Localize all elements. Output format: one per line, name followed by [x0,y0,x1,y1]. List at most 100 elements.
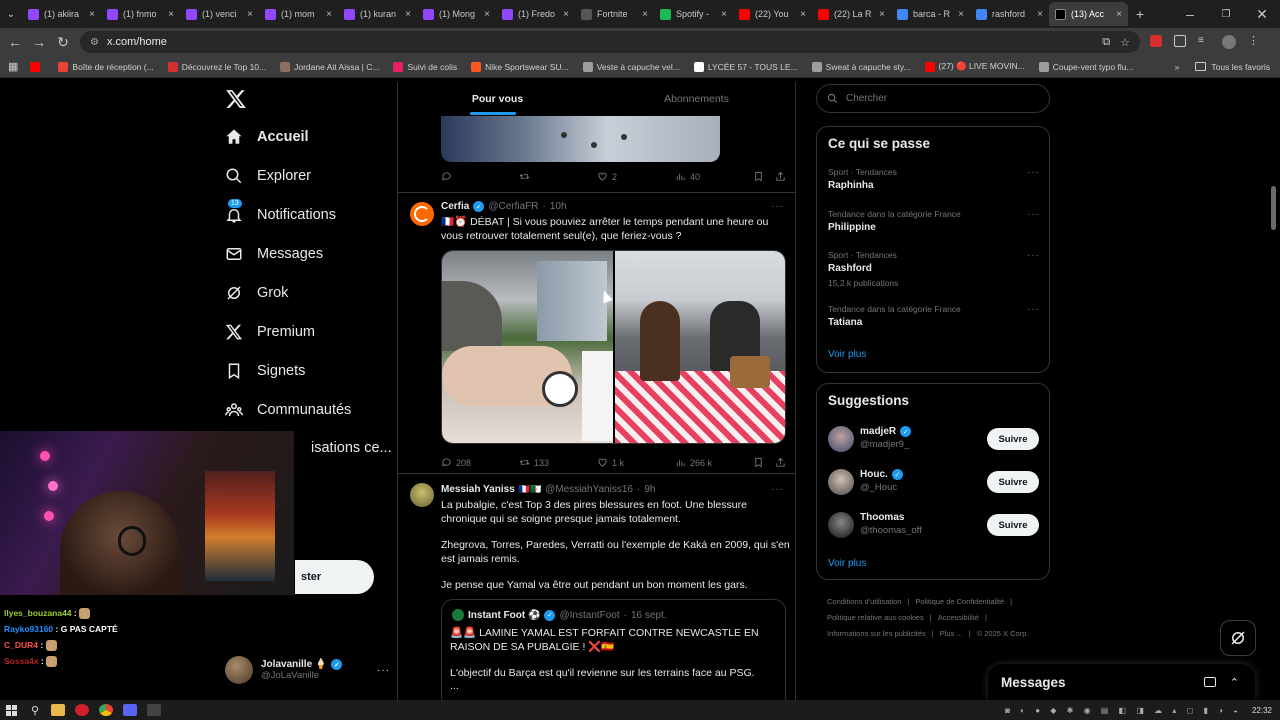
browser-tab[interactable]: Fortnite × [575,2,654,26]
tweet-author[interactable]: Cerfia [441,201,469,212]
back-icon[interactable]: ← [3,30,27,54]
tab-close-icon[interactable]: × [405,9,411,20]
bookmark-item[interactable]: Sweat à capuche sty... [811,61,911,72]
reply-button[interactable] [441,171,519,182]
grok-floating-button[interactable] [1220,620,1256,656]
tweet-cerfia[interactable]: Cerfia ✓ @CerfiaFR · 10h ··· 🇫🇷⏰ DÉBAT |… [398,193,795,473]
views-button[interactable]: 40 [675,171,753,182]
tab-close-icon[interactable]: × [1037,9,1043,20]
install-app-icon[interactable]: ⧉ [1102,36,1110,49]
nav-item-messages[interactable]: Messages [225,245,323,263]
tweet-more-icon[interactable]: ··· [771,484,784,495]
tab-close-icon[interactable]: × [721,9,727,20]
footer-link[interactable]: Politique de Confidentialité [915,597,1004,606]
tweet-messiah-yaniss[interactable]: Messiah Yaniss 🇫🇷🇩🇿 @MessiahYaniss16 · 9… [398,474,795,700]
forward-icon[interactable]: → [27,30,51,54]
tweet-image-picnic[interactable] [615,251,785,443]
trend-item[interactable]: Tendance dans la catégorie France Tatian… [828,304,1040,328]
profile-avatar[interactable] [1222,35,1236,49]
tweet-handle[interactable]: @MessiahYaniss16 [545,484,633,495]
bookmark-item[interactable]: Boîte de réception (... [58,61,154,72]
bookmark-item[interactable]: Veste à capuche vel... [582,61,680,72]
tab-close-icon[interactable]: × [326,9,332,20]
tab-close-icon[interactable]: × [958,9,964,20]
url-bar[interactable]: ⚙ x.com/home ⧉ ☆ [80,31,1140,53]
suggestion-item[interactable]: Thoomas @thoomas_off Suivre [817,510,1049,540]
tab-close-icon[interactable]: × [879,9,885,20]
browser-tab[interactable]: (1) Fredo × [496,2,575,26]
system-tray-icons[interactable]: ◙ ◐ ● ◆ ✱ ◉ ▤ ◧ ◨ ☁ ▴ ◻ ▮ ◑ ◒ [1005,706,1242,715]
post-button[interactable]: ster [295,560,374,594]
retweet-button[interactable] [519,171,597,182]
browser-tab[interactable]: (1) venci × [180,2,259,26]
trend-item[interactable]: Sport · Tendances Rashford 15,2 k public… [828,250,1040,288]
apps-grid-icon[interactable]: ▦ [8,60,18,73]
more-icon[interactable]: ··· [377,665,390,676]
tab-close-icon[interactable]: × [800,9,806,20]
nav-item-premium[interactable]: Premium [225,323,315,341]
discord-icon[interactable] [123,704,138,716]
file-explorer-icon[interactable] [51,704,66,716]
follow-button[interactable]: Suivre [987,428,1039,450]
trend-more-icon[interactable]: ··· [1027,167,1040,178]
footer-link[interactable]: Politique relative aux cookies [827,613,924,622]
follow-button[interactable]: Suivre [987,514,1039,536]
bookmark-item[interactable]: Jordane Ait Aissa | C... [280,61,379,72]
bookmark-item[interactable]: Suivi de colis [393,61,457,72]
trend-more-icon[interactable]: ··· [1027,304,1040,315]
new-message-icon[interactable] [1203,677,1216,687]
footer-link[interactable]: Accessibilité [938,613,979,622]
clock[interactable]: 22:32 [1252,706,1272,715]
nav-item-grok[interactable]: Grok [225,284,288,302]
site-info-icon[interactable]: ⚙ [90,37,99,48]
suggestions-see-more-link[interactable]: Voir plus [828,558,866,569]
avatar[interactable] [410,202,434,226]
bookmark-button[interactable] [753,171,775,182]
search-input[interactable]: Chercher [816,84,1050,113]
trends-see-more-link[interactable]: Voir plus [828,349,866,360]
previous-tweet-media[interactable] [441,116,720,162]
share-button[interactable] [775,457,786,468]
browser-tab[interactable]: (1) kuran × [338,2,417,26]
bookmark-item[interactable]: Coupe-vent typo flu... [1038,61,1134,72]
tab-close-icon[interactable]: × [168,9,174,20]
nav-item-notifications[interactable]: 13 Notifications [225,199,336,224]
messages-drawer[interactable]: Messages ⌃ [988,664,1255,700]
tab-close-icon[interactable]: × [484,9,490,20]
bookmarks-overflow-icon[interactable]: » [1175,62,1180,72]
like-button[interactable]: 1 k [597,457,675,468]
bookmark-star-icon[interactable]: ☆ [1120,36,1130,49]
avatar[interactable] [828,469,854,495]
browser-tab[interactable]: (1) fnmo × [101,2,180,26]
tweet-image-watch[interactable] [442,251,613,443]
tab-for-you[interactable]: Pour vous [398,82,597,116]
chrome-menu-icon[interactable]: ⋮ [1248,35,1259,49]
tab-close-icon[interactable]: × [642,9,648,20]
suggestion-item[interactable]: Houc. ✓ @_Houc Suivre [817,467,1049,497]
app-icon[interactable] [147,704,162,716]
tab-close-icon[interactable]: × [89,9,95,20]
tweet-more-icon[interactable]: ··· [771,201,784,212]
minimize-icon[interactable]: – [1172,2,1208,26]
browser-tab[interactable]: (22) La R × [812,2,891,26]
extensions-icon[interactable] [1174,35,1186,47]
nav-item-communaut-s[interactable]: Communautés [225,401,351,419]
suggestion-item[interactable]: madjeR ✓ @madjer9_ Suivre [817,424,1049,454]
extension-red-icon[interactable] [1150,35,1162,47]
windows-start-icon[interactable] [6,704,17,716]
tweet-time[interactable]: 9h [644,484,655,495]
browser-tab[interactable]: (1) akiira × [22,2,101,26]
browser-tab[interactable]: (13) Acc × [1049,2,1128,26]
expand-drawer-icon[interactable]: ⌃ [1230,676,1239,689]
avatar[interactable] [828,512,854,538]
tab-following[interactable]: Abonnements [597,82,795,116]
tab-close-icon[interactable]: × [247,9,253,20]
views-button[interactable]: 266 k [675,457,753,468]
browser-tab[interactable]: Spotify - × [654,2,733,26]
quote-tweet[interactable]: Instant Foot ⚽ ✓ @InstantFoot · 16 sept.… [441,599,786,700]
browser-tab[interactable]: rashford × [970,2,1049,26]
trend-item[interactable]: Sport · Tendances Raphinha ··· [828,167,1040,191]
new-tab-icon[interactable]: + [1128,2,1152,26]
close-window-icon[interactable]: ✕ [1244,2,1280,26]
browser-tab[interactable]: (22) You × [733,2,812,26]
